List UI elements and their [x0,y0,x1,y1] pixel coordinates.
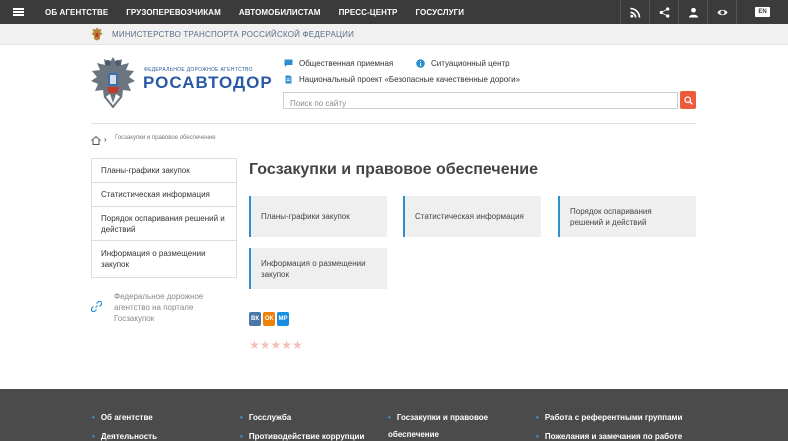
info-icon [416,59,425,68]
portal-link-label: Федеральное дорожное агентство на портал… [114,292,204,323]
card-procurement-info[interactable]: Информация о размещении закупок [249,248,387,289]
mailru-share-icon[interactable]: МР [277,312,289,326]
home-icon[interactable] [91,136,101,145]
footer-link-label: Противодействие коррупции [248,432,365,441]
sidebar-item-statistics[interactable]: Статистическая информация [92,183,236,207]
menu-icon[interactable] [0,0,36,24]
rss-icon[interactable] [620,0,649,24]
share-icon[interactable] [649,0,678,24]
situation-center-label: Ситуационный центр [431,59,510,68]
footer-link-label: Деятельность [100,432,157,441]
header-divider [91,123,696,124]
search-icon [683,95,693,105]
sidebar-menu: Планы-графики закупок Статистическая инф… [91,158,237,278]
footer-link-label: Работа с референтными группами [544,413,683,422]
footer-link-label: Об агентстве [100,413,153,422]
situation-center-link[interactable]: Ситуационный центр [416,59,510,68]
footer-link-activity[interactable]: • Деятельность [92,428,157,441]
national-project-link[interactable]: Национальный проект «Безопасные качестве… [284,75,520,84]
eagle-emblem-icon[interactable] [89,53,137,108]
ministry-bar: МИНИСТЕРСТВО ТРАНСПОРТА РОССИЙСКОЙ ФЕДЕР… [0,24,788,45]
page-title: Госзакупки и правовое обеспечение [249,161,538,178]
footer: • Об агентстве • Деятельность • Госслужба •… [0,389,788,441]
language-switch[interactable]: EN [736,0,788,24]
card-procurement-plans[interactable]: Планы-графики закупок [249,196,387,237]
footer-link-anticorruption[interactable]: • Противодействие коррупции [240,428,364,441]
nav-carriers[interactable]: ГРУЗОПЕРЕВОЗЧИКАМ [126,8,221,17]
footer-link-civil-service[interactable]: • Госслужба [240,409,291,426]
utility-icons: EN [620,0,788,24]
footer-link-procurement[interactable]: • Госзакупки и правовое обеспечение [388,409,498,441]
card-appeal-procedure[interactable]: Порядок оспаривания решений и действий [558,196,696,237]
vk-share-icon[interactable]: ВК [249,312,261,326]
nav-press-center[interactable]: ПРЕСС-ЦЕНТР [339,8,398,17]
national-project-label: Национальный проект «Безопасные качестве… [299,75,521,84]
eye-icon[interactable] [707,0,736,24]
footer-link-label: Госзакупки и правовое обеспечение [388,413,489,439]
search-button[interactable] [680,91,696,109]
card-statistics[interactable]: Статистическая информация [403,196,541,237]
document-icon [284,75,293,84]
sidebar-item-procurement-plans[interactable]: Планы-графики закупок [92,159,236,183]
chat-icon [284,59,293,68]
ok-share-icon[interactable]: ОК [263,312,275,326]
public-reception-label: Общественная приемная [299,59,394,68]
breadcrumb-current: Госзакупки и правовое обеспечение [115,135,216,141]
ministry-emblem-icon [91,27,103,41]
footer-link-reference-groups[interactable]: • Работа с референтными группами [536,409,682,426]
nav-public-services[interactable]: ГОСУСЛУГИ [415,8,464,17]
breadcrumb-separator: › [104,135,107,144]
nav-motorists[interactable]: АВТОМОБИЛИСТАМ [239,8,321,17]
rating-stars[interactable]: ★★★★★ [249,338,303,352]
search-input[interactable] [284,96,677,111]
link-icon [91,301,102,312]
search-box [283,92,678,111]
agency-logo-text[interactable]: РОСАВТОДОР [143,73,273,93]
footer-link-about[interactable]: • Об агентстве [92,409,153,426]
nav-about[interactable]: ОБ АГЕНТСТВЕ [45,8,108,17]
sidebar-item-procurement-info[interactable]: Информация о размещении закупок [92,241,236,277]
language-label: EN [755,7,770,17]
footer-link-label: Госслужба [248,413,292,422]
footer-link-feedback[interactable]: • Пожелания и замечания по работе [536,428,682,441]
public-reception-link[interactable]: Общественная приемная [284,59,393,68]
top-navigation: ОБ АГЕНТСТВЕ ГРУЗОПЕРЕВОЗЧИКАМ АВТОМОБИЛ… [0,0,788,24]
user-icon[interactable] [678,0,707,24]
footer-link-label: Пожелания и замечания по работе [544,432,683,441]
main-menu: ОБ АГЕНТСТВЕ ГРУЗОПЕРЕВОЗЧИКАМ АВТОМОБИЛ… [36,0,473,24]
ministry-link[interactable]: МИНИСТЕРСТВО ТРАНСПОРТА РОССИЙСКОЙ ФЕДЕР… [112,30,354,39]
sidebar-item-appeal-procedure[interactable]: Порядок оспаривания решений и действий [92,207,236,241]
